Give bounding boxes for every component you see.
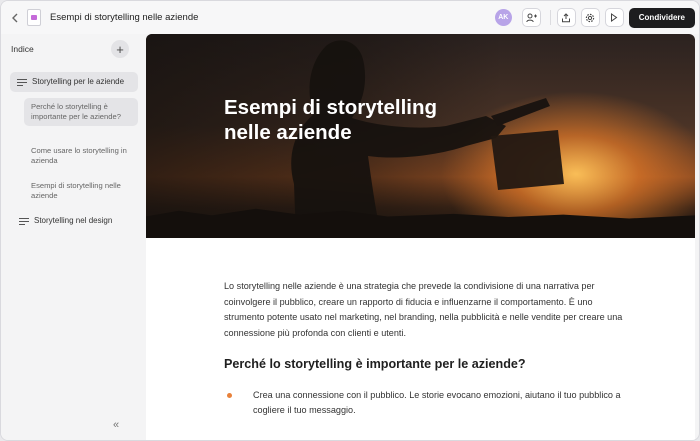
collapse-sidebar-button[interactable]: « <box>113 419 119 431</box>
top-bar: Esempi di storytelling nelle aziende AK … <box>1 1 699 34</box>
export-button[interactable] <box>556 8 576 27</box>
upload-icon <box>562 12 571 22</box>
double-chevron-left-icon: « <box>113 419 120 431</box>
intro-paragraph: Lo storytelling nelle aziende è una stra… <box>224 281 623 338</box>
toc-item-storytelling-aziende[interactable]: Storytelling per le aziende <box>10 72 138 92</box>
sidebar-title: Indice <box>11 44 34 54</box>
share-button[interactable]: Condividere <box>628 7 695 28</box>
add-section-button[interactable]: + <box>111 40 129 58</box>
toc-subitem-esempi[interactable]: Esempi di storytelling nelle aziende <box>24 177 138 205</box>
document-canvas: Esempi di storytelling nelle aziende Lo … <box>146 34 695 440</box>
back-chevron-icon[interactable] <box>4 7 26 29</box>
hero-image: Esempi di storytelling nelle aziende <box>146 34 695 238</box>
add-user-icon <box>526 13 537 22</box>
text-lines-icon <box>19 218 29 226</box>
toc-subitem-come-usare[interactable]: Come usare lo storytelling in azienda <box>24 142 138 170</box>
document-title: Esempi di storytelling nelle aziende <box>50 12 199 23</box>
document-icon <box>27 9 41 26</box>
text-lines-icon <box>17 79 27 87</box>
settings-button[interactable] <box>580 8 600 27</box>
document-body: Lo storytelling nelle aziende è una stra… <box>224 279 624 419</box>
present-button[interactable] <box>604 8 624 27</box>
list-item-text: Crea una connessione con il pubblico. Le… <box>253 389 621 416</box>
toolbar-divider <box>549 10 551 25</box>
toc-item-label: Storytelling nel design <box>34 216 113 225</box>
list-item: Crea una connessione con il pubblico. Le… <box>224 388 624 419</box>
toc-subitem-perche-importante[interactable]: Perché lo storytelling è importante per … <box>24 98 138 127</box>
table-of-contents-sidebar: Indice + Storytelling per le aziende Per… <box>1 34 146 440</box>
app-window: Esempi di storytelling nelle aziende AK … <box>0 0 700 441</box>
add-user-button[interactable] <box>521 8 541 27</box>
section-heading: Perché lo storytelling è importante per … <box>224 356 526 371</box>
play-icon <box>611 13 618 22</box>
gear-icon <box>586 13 595 22</box>
toc-item-storytelling-design[interactable]: Storytelling nel design <box>19 216 112 226</box>
toc-item-label: Storytelling per le aziende <box>32 77 125 86</box>
bullet-dot-icon <box>227 392 232 398</box>
hero-title: Esempi di storytelling nelle aziende <box>224 96 438 144</box>
user-avatar[interactable]: AK <box>494 9 512 26</box>
plus-icon: + <box>116 41 124 57</box>
